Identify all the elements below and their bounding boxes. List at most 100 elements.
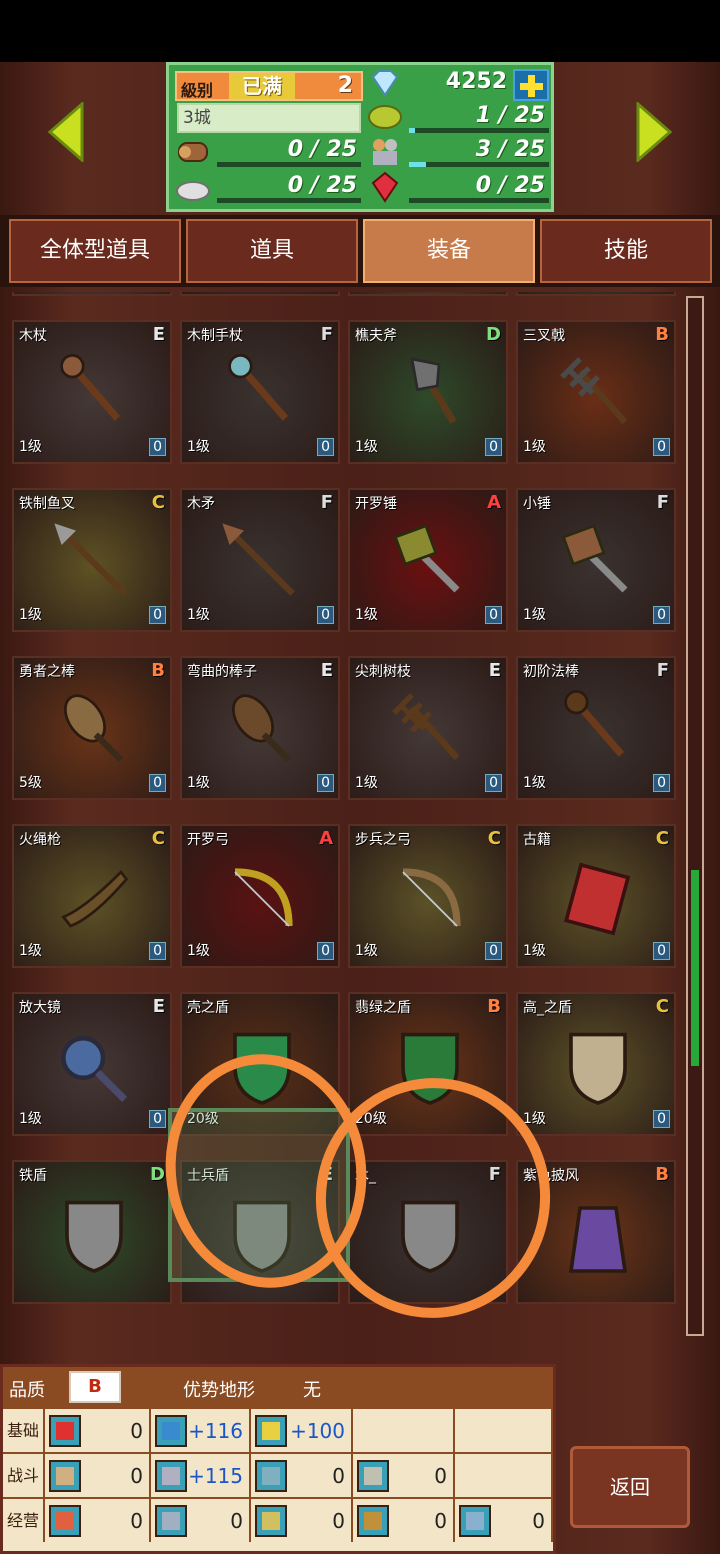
stat-cell: +116	[151, 1409, 251, 1452]
item-cell[interactable]: 弯曲的棒子 E 1级 0	[180, 656, 340, 800]
item-cell[interactable]: 叹息之杖D1级0	[516, 292, 676, 296]
bow-icon	[402, 868, 461, 927]
item-cell[interactable]: 小锤 F 1级 0	[516, 488, 676, 632]
item-count: 0	[485, 774, 502, 792]
stat-value: 0	[130, 1419, 143, 1443]
item-name: 勇者之棒	[19, 664, 75, 680]
item-cell[interactable]: 开罗弓 A 1级 0	[180, 824, 340, 968]
shield-icon	[155, 1460, 187, 1492]
level-value: 2	[337, 73, 353, 98]
wood-row: 0 / 25	[173, 135, 363, 167]
stat-cell: 0	[45, 1499, 151, 1542]
trident-icon	[392, 693, 460, 761]
item-name: 木制手杖	[187, 328, 243, 344]
next-arrow-button[interactable]	[634, 100, 674, 164]
stat-cell: 0	[45, 1409, 151, 1452]
item-name: 弯曲的棒子	[187, 664, 257, 680]
resource-panel: 級别 已满 2 3城 4252 1 / 25 0 / 25 3 / 25 0 /	[166, 62, 554, 212]
gun-icon	[61, 869, 129, 928]
item-cell[interactable]: 铁盾 D	[12, 1160, 172, 1304]
item-count: 0	[317, 606, 334, 624]
item-cell[interactable]: 高_之盾 C 1级 0	[516, 992, 676, 1136]
item-cell[interactable]: 开罗锤 A 1级 0	[348, 488, 508, 632]
item-cell[interactable]: 青铜剑E1级0	[12, 292, 172, 296]
stat-row: 经营 0 0 0 0 0	[3, 1497, 553, 1542]
terrain-value: 无	[303, 1380, 321, 1401]
wood-value: 0 / 25	[287, 137, 357, 162]
item-rank: A	[319, 828, 333, 849]
item-count: 0	[653, 1110, 670, 1128]
item-cell[interactable]: 火绳枪 C 1级 0	[12, 824, 172, 968]
stat-cell	[455, 1454, 553, 1497]
item-level: 1级	[19, 607, 42, 623]
ruby-row: 0 / 25	[365, 171, 551, 203]
item-cell[interactable]: 尖刺树枝 E 1级 0	[348, 656, 508, 800]
item-count: 0	[149, 942, 166, 960]
axe-icon	[410, 357, 457, 424]
stat-row: 基础 0 +116 +100	[3, 1407, 553, 1452]
item-cell[interactable]: 古典手杖C1级0	[348, 292, 508, 296]
stat-value: 0	[130, 1509, 143, 1533]
boot-icon	[255, 1415, 287, 1447]
tab-items[interactable]: 道具	[186, 219, 358, 283]
item-name: 三叉戟	[523, 328, 565, 344]
item-cell[interactable]: 放大镜 E 1级 0	[12, 992, 172, 1136]
item-level: 1级	[523, 439, 546, 455]
ruby-value: 0 / 25	[475, 173, 545, 198]
item-cell[interactable]: 古籍 C 1级 0	[516, 824, 676, 968]
item-rank: F	[656, 660, 669, 681]
item-name: 樵夫斧	[355, 328, 397, 344]
item-cell[interactable]: 步兵之弓 C 1级 0	[348, 824, 508, 968]
item-cell[interactable]: 木矛 F 1级 0	[180, 488, 340, 632]
level-max-badge: 已满	[229, 73, 295, 99]
stat-cell: 0	[353, 1499, 455, 1542]
grid-scrollbar[interactable]	[686, 296, 704, 1336]
hammer-icon	[393, 524, 460, 593]
stat-cell: 0	[353, 1454, 455, 1497]
item-cell[interactable]: 樵夫斧 D 1级 0	[348, 320, 508, 464]
item-cell[interactable]: 木杖 E 1级 0	[12, 320, 172, 464]
shield-icon	[569, 1032, 627, 1105]
tab-all-items[interactable]: 全体型道具	[9, 219, 181, 283]
stat-value: 0	[434, 1464, 447, 1488]
item-rank: D	[486, 324, 501, 345]
arrow-left-icon	[47, 100, 84, 164]
item-cell[interactable]: 铁制鱼叉 C 1级 0	[12, 488, 172, 632]
item-rank: C	[487, 828, 501, 849]
tab-skills[interactable]: 技能	[540, 219, 712, 283]
item-name: 铁制鱼叉	[19, 496, 75, 512]
item-name: 木矛	[187, 496, 215, 512]
item-level: 1级	[187, 943, 210, 959]
spear-icon	[54, 523, 127, 596]
star-icon	[357, 1460, 389, 1492]
item-level: 1级	[523, 775, 546, 791]
add-gems-button[interactable]	[513, 69, 549, 101]
item-rank: B	[655, 1164, 669, 1185]
grade-label: 品质	[9, 1380, 45, 1401]
category-tabs: 全体型道具 道具 装备 技能	[0, 215, 720, 287]
item-rank: C	[655, 828, 669, 849]
back-button[interactable]: 返回	[570, 1446, 690, 1528]
item-rank: E	[320, 660, 333, 681]
item-level: 1级	[19, 1111, 42, 1127]
tab-equipment[interactable]: 装备	[363, 219, 535, 283]
item-cell[interactable]: 初阶法棒 F 1级 0	[516, 656, 676, 800]
item-cell[interactable]: 木制手杖 F 1级 0	[180, 320, 340, 464]
item-cell[interactable]: 小刀F1级0	[180, 292, 340, 296]
item-cell[interactable]: 三叉戟 B 1级 0	[516, 320, 676, 464]
item-name: 铁盾	[19, 1168, 47, 1184]
prev-arrow-button[interactable]	[46, 100, 86, 164]
item-cell[interactable]: 勇者之棒 B 5级 0	[12, 656, 172, 800]
stat-cell	[455, 1409, 553, 1452]
stone-icon	[176, 181, 210, 201]
grain-bar	[409, 128, 549, 133]
people-row: 3 / 25	[365, 135, 551, 167]
trident-icon	[560, 357, 628, 425]
wood-bar	[217, 162, 361, 167]
stat-value: 0	[230, 1509, 243, 1533]
item-rank: C	[151, 828, 165, 849]
item-name: 步兵之弓	[355, 832, 411, 848]
people-icon	[373, 139, 397, 165]
stat-value: 0	[332, 1464, 345, 1488]
level-label: 級别	[181, 81, 214, 100]
